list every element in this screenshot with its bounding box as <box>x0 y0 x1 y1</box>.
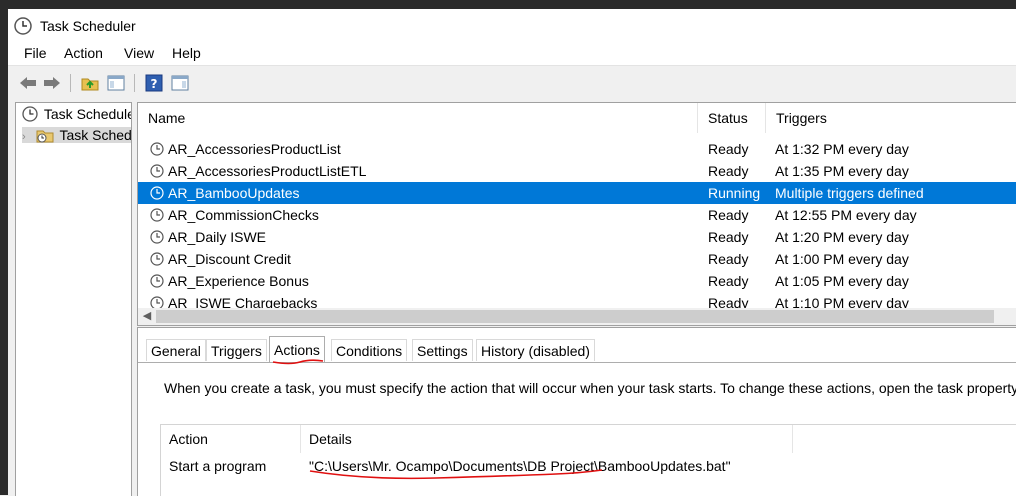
chevron-right-icon[interactable]: › <box>22 131 26 143</box>
task-detail-pane: General Triggers Actions Conditions Sett… <box>137 327 1016 496</box>
clock-icon <box>14 17 32 35</box>
task-triggers: At 1:35 PM every day <box>775 163 909 179</box>
task-triggers: At 1:32 PM every day <box>775 141 909 157</box>
show-hide-action-pane-icon[interactable] <box>170 73 190 93</box>
task-status: Ready <box>708 251 749 267</box>
action-type-cell[interactable]: Start a program <box>169 455 266 477</box>
scroll-left-icon[interactable]: ◀ <box>140 308 154 325</box>
task-status: Ready <box>708 273 749 289</box>
title-bar[interactable]: Task Scheduler <box>8 9 1016 41</box>
task-clock-icon <box>150 230 164 244</box>
table-row[interactable]: AR_BambooUpdates Running Multiple triggers… <box>138 182 1016 204</box>
toolbar-separator <box>70 74 71 92</box>
task-name: AR_Experience Bonus <box>168 273 309 289</box>
console-tree: Task Scheduler (Local) › Task Scheduler … <box>15 102 132 496</box>
window-frame-top <box>0 0 1016 9</box>
tree-item-task-scheduler-local[interactable]: Task Scheduler (Local) <box>22 106 131 122</box>
menu-help[interactable]: Help <box>172 45 201 61</box>
toolbar-separator <box>134 74 135 92</box>
menu-view[interactable]: View <box>124 45 154 61</box>
task-triggers: At 1:20 PM every day <box>775 229 909 245</box>
show-hide-console-tree-icon[interactable] <box>106 73 126 93</box>
tree-item-label: Task Scheduler Library <box>59 127 132 143</box>
window-frame-left <box>0 0 8 495</box>
task-triggers: At 1:00 PM every day <box>775 251 909 267</box>
help-icon[interactable]: ? <box>144 73 164 93</box>
actions-table: Action Details Start a program "C:\Users… <box>160 424 1016 496</box>
task-clock-icon <box>150 186 164 200</box>
tab-divider <box>138 362 1016 363</box>
task-status: Ready <box>708 207 749 223</box>
table-row[interactable]: AR_AccessoriesProductList Ready At 1:32 PM… <box>138 138 1016 160</box>
task-name: AR_Discount Credit <box>168 251 291 267</box>
menu-bar: File Action View Help <box>8 41 1016 65</box>
menu-file[interactable]: File <box>24 45 47 61</box>
task-triggers: At 12:55 PM every day <box>775 207 917 223</box>
task-status: Ready <box>708 229 749 245</box>
task-status: Ready <box>708 163 749 179</box>
column-header-name[interactable]: Name <box>138 103 698 133</box>
window-title: Task Scheduler <box>40 18 136 34</box>
column-header-action[interactable]: Action <box>161 425 301 453</box>
table-row[interactable]: AR_Daily ISWE Ready At 1:20 PM every day <box>138 226 1016 248</box>
task-clock-icon <box>150 142 164 156</box>
table-row[interactable]: AR_Experience Bonus Ready At 1:05 PM every… <box>138 270 1016 292</box>
clock-icon <box>22 106 38 122</box>
tree-item-task-scheduler-library[interactable]: › Task Scheduler Library <box>22 127 132 143</box>
menu-action[interactable]: Action <box>64 45 103 61</box>
tab-actions[interactable]: Actions <box>269 336 325 363</box>
horizontal-scrollbar[interactable]: ◀ <box>138 308 1016 325</box>
back-arrow-icon[interactable] <box>18 73 38 93</box>
task-triggers: At 1:05 PM every day <box>775 273 909 289</box>
task-name: AR_Daily ISWE <box>168 229 267 245</box>
tree-item-label: Task Scheduler (Local) <box>43 106 131 122</box>
action-details-cell[interactable]: "C:\Users\Mr. Ocampo\Documents\DB Projec… <box>309 455 731 477</box>
column-header-triggers[interactable]: Triggers <box>766 103 1016 133</box>
tab-triggers[interactable]: Triggers <box>206 339 267 361</box>
task-name: AR_AccessoriesProductListETL <box>168 163 367 179</box>
task-name: AR_BambooUpdates <box>168 185 300 201</box>
actions-description: When you create a task, you must specify… <box>164 380 1016 396</box>
forward-arrow-icon[interactable] <box>42 73 62 93</box>
tab-settings[interactable]: Settings <box>412 339 473 361</box>
column-header-empty <box>793 425 1016 453</box>
task-status: Ready <box>708 141 749 157</box>
toolbar: ? <box>8 65 1016 100</box>
task-name: AR_AccessoriesProductList <box>168 141 341 157</box>
table-row[interactable]: AR_Discount Credit Ready At 1:00 PM every … <box>138 248 1016 270</box>
folder-clock-icon <box>36 130 54 143</box>
table-row[interactable]: AR_CommissionChecks Ready At 12:55 PM ever… <box>138 204 1016 226</box>
tab-conditions[interactable]: Conditions <box>331 339 408 361</box>
svg-text:?: ? <box>151 77 158 91</box>
task-name: AR_CommissionChecks <box>168 207 319 223</box>
scrollbar-thumb[interactable] <box>156 310 994 323</box>
tab-history[interactable]: History (disabled) <box>476 339 595 361</box>
detail-tabs: General Triggers Actions Conditions Sett… <box>138 328 1016 364</box>
task-clock-icon <box>150 252 164 266</box>
task-clock-icon <box>150 274 164 288</box>
task-triggers: Multiple triggers defined <box>775 185 924 201</box>
up-folder-icon[interactable] <box>80 73 100 93</box>
tab-general[interactable]: General <box>146 339 206 361</box>
task-status: Running <box>708 185 761 201</box>
column-header-status[interactable]: Status <box>698 103 766 133</box>
table-row[interactable]: AR_AccessoriesProductListETL Ready At 1:35… <box>138 160 1016 182</box>
column-header-details[interactable]: Details <box>301 425 793 453</box>
task-clock-icon <box>150 208 164 222</box>
task-list: Name Status Triggers AR_AccessoriesProdu… <box>137 102 1016 326</box>
task-clock-icon <box>150 164 164 178</box>
